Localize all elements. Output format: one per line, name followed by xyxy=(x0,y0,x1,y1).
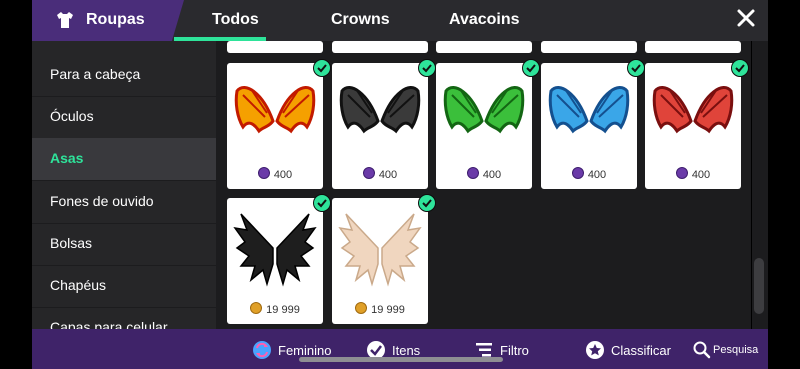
price-value: 400 xyxy=(273,169,293,181)
feather-wings-image xyxy=(233,213,317,287)
star-badge-icon xyxy=(586,341,604,359)
dragon-wings-image xyxy=(443,86,525,134)
price-value: 400 xyxy=(482,169,502,181)
close-icon[interactable] xyxy=(736,8,756,28)
sidebar-item-label: Asas xyxy=(50,150,84,166)
item-price: 400 xyxy=(227,167,323,181)
owned-check-icon xyxy=(627,59,645,77)
dragon-wings-image xyxy=(652,86,734,134)
tab-todos[interactable]: Todos xyxy=(212,11,259,29)
sidebar-item-chapeus[interactable]: Chapéus xyxy=(32,265,216,308)
items-label: Itens xyxy=(392,343,421,358)
sidebar-item-capas-para-celular[interactable]: Capas para celular xyxy=(32,307,216,329)
dragon-wings-image xyxy=(234,86,316,134)
shirt-icon xyxy=(57,12,73,28)
item-price: 400 xyxy=(645,167,741,181)
owned-check-icon xyxy=(731,59,749,77)
sidebar-item-label: Chapéus xyxy=(50,277,107,293)
sort-label: Classificar xyxy=(611,343,671,358)
item-price: 19 999 xyxy=(227,302,323,316)
home-indicator xyxy=(299,357,503,362)
scrollbar-thumb[interactable] xyxy=(754,258,764,314)
gender-label: Feminino xyxy=(278,343,332,358)
item-price: 19 999 xyxy=(332,302,428,316)
sidebar-item-label: Para a cabeça xyxy=(50,66,141,82)
item-card[interactable]: 400 xyxy=(332,59,436,189)
item-price: 400 xyxy=(332,167,428,181)
avacoin-icon xyxy=(355,302,368,314)
item-card[interactable]: 400 xyxy=(436,59,540,189)
price-value: 400 xyxy=(691,169,711,181)
search-button[interactable]: Pesquisa xyxy=(692,340,764,360)
crown-coin-icon xyxy=(257,167,270,179)
search-icon xyxy=(693,341,711,359)
crown-coin-icon xyxy=(675,167,688,179)
feather-wings-image xyxy=(338,213,422,287)
item-card[interactable]: 19 999 xyxy=(227,194,331,324)
sidebar-item-label: Fones de ouvido xyxy=(50,193,154,209)
filter-label: Filtro xyxy=(500,343,529,358)
owned-check-icon xyxy=(522,59,540,77)
item-card[interactable]: 19 999 xyxy=(332,194,436,324)
sidebar-item-para-a-cabeca[interactable]: Para a cabeça xyxy=(32,54,216,97)
crown-coin-icon xyxy=(571,167,584,179)
tab-crowns[interactable]: Crowns xyxy=(331,11,390,29)
sidebar-item-asas[interactable]: Asas xyxy=(32,138,216,181)
owned-check-icon xyxy=(418,59,436,77)
search-label: Pesquisa xyxy=(713,344,759,356)
category-title: Roupas xyxy=(86,11,145,28)
item-card[interactable]: 400 xyxy=(227,59,331,189)
crown-coin-icon xyxy=(466,167,479,179)
sidebar-item-label: Bolsas xyxy=(50,235,93,251)
sidebar-item-label: Óculos xyxy=(50,108,94,124)
owned-check-icon xyxy=(418,194,436,212)
sidebar-item-bolsas[interactable]: Bolsas xyxy=(32,223,216,266)
tab-avacoins[interactable]: Avacoins xyxy=(449,11,520,29)
dragon-wings-image xyxy=(548,86,630,134)
item-card-partial[interactable] xyxy=(332,41,428,53)
avacoin-icon xyxy=(250,302,263,314)
owned-check-icon xyxy=(313,194,331,212)
price-value: 19 999 xyxy=(266,304,300,316)
item-price: 400 xyxy=(436,167,532,181)
sidebar-item-oculos[interactable]: Óculos xyxy=(32,96,216,139)
item-card-partial[interactable] xyxy=(227,41,323,53)
item-card-partial[interactable] xyxy=(436,41,532,53)
item-price: 400 xyxy=(541,167,637,181)
item-card-partial[interactable] xyxy=(541,41,637,53)
dragon-wings-image xyxy=(339,86,421,134)
item-card-partial[interactable] xyxy=(645,41,741,53)
gender-swap-icon xyxy=(253,341,271,359)
item-card[interactable]: 400 xyxy=(645,59,749,189)
category-sidebar: Para a cabeça Óculos Asas Fones de ouvid… xyxy=(32,41,216,329)
crown-coin-icon xyxy=(362,167,375,179)
item-card[interactable]: 400 xyxy=(541,59,645,189)
item-grid: 400 400 400 400 400 19 999 19 999 xyxy=(216,41,751,329)
owned-check-icon xyxy=(313,59,331,77)
sidebar-item-label: Capas para celular xyxy=(50,319,168,329)
price-value: 19 999 xyxy=(371,304,405,316)
sort-button[interactable]: Classificar xyxy=(585,340,675,360)
price-value: 400 xyxy=(587,169,607,181)
price-value: 400 xyxy=(378,169,398,181)
sidebar-item-fones-de-ouvido[interactable]: Fones de ouvido xyxy=(32,181,216,224)
